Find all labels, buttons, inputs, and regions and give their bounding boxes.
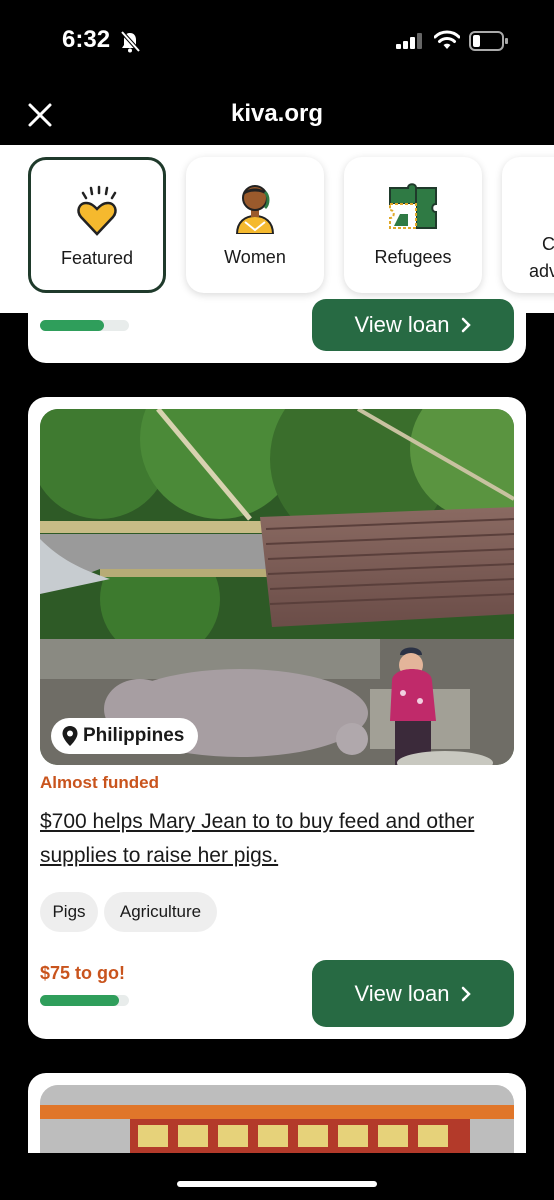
button-label: View loan [354, 312, 450, 337]
home-indicator[interactable] [177, 1181, 377, 1187]
chevron-right-icon [461, 986, 471, 1001]
tag-pigs[interactable]: Pigs [40, 892, 98, 932]
progress-bar [40, 320, 129, 331]
borrower-image [40, 1085, 514, 1153]
progress-fill [40, 320, 105, 331]
heart-icon [77, 185, 117, 236]
woman-icon [235, 185, 275, 234]
funding-status: Almost funded [40, 773, 159, 792]
view-loan-button[interactable]: View loan [312, 960, 514, 1027]
progress-fill [40, 995, 120, 1006]
borrower-photo[interactable]: Philippines [40, 409, 514, 765]
category-refugees[interactable]: Refugees [344, 157, 482, 293]
location-label: Philippines [83, 725, 185, 746]
amount-remaining: $75 to go! [40, 963, 126, 983]
chevron-right-icon [461, 317, 471, 333]
page-title: kiva.org [230, 100, 324, 127]
borrower-image [40, 409, 514, 765]
button-label: View loan [354, 980, 450, 1006]
map-pin-icon [62, 726, 78, 746]
signal-icon [396, 33, 422, 49]
category-label: Featured [60, 248, 134, 268]
category-label: Women [224, 247, 286, 267]
bell-muted-icon [120, 31, 140, 53]
category-label: adv [529, 261, 554, 281]
category-label: C [542, 234, 554, 254]
category-strip[interactable]: Featured Women Refugees C adv [0, 145, 554, 313]
category-featured[interactable]: Featured [28, 157, 166, 293]
category-label: Refugees [374, 247, 452, 267]
loan-card[interactable]: Philippines Almost funded $700 helps Mar… [28, 397, 526, 1039]
location-badge: Philippines [51, 718, 199, 754]
battery-icon [469, 31, 508, 51]
loan-title-link[interactable]: $700 helps Mary Jean to to buy feed and … [40, 805, 510, 873]
view-loan-button[interactable]: View loan [312, 299, 514, 351]
tag-agriculture[interactable]: Agriculture [104, 892, 217, 932]
progress-bar [40, 995, 129, 1006]
wifi-icon [434, 30, 460, 49]
borrower-photo[interactable] [40, 1085, 514, 1153]
puzzle-icon [389, 183, 437, 229]
loan-card-previous: View loan [28, 299, 526, 363]
loan-card-next[interactable] [28, 1073, 526, 1153]
category-women[interactable]: Women [186, 157, 324, 293]
status-time: 6:32 [62, 26, 111, 53]
category-partial[interactable]: C adv [502, 157, 554, 293]
